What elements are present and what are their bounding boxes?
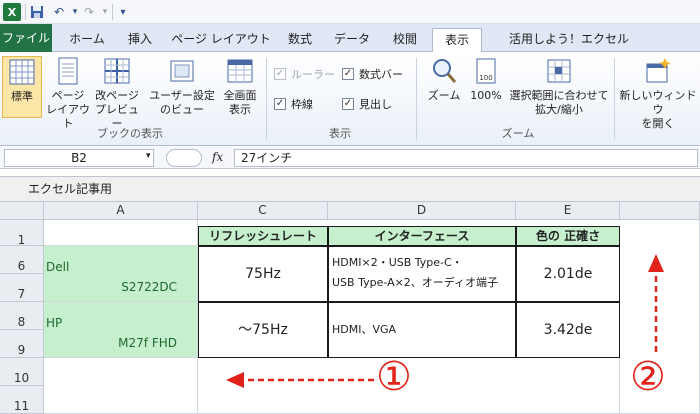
zoom-selection-label-1: 選択範囲に合わせて <box>509 89 609 102</box>
ruler-label: ルーラー <box>291 68 335 81</box>
group-label-workbook-views: ブックの表示 <box>97 127 163 140</box>
qat-divider <box>112 4 113 20</box>
formula-input[interactable]: 27インチ <box>234 149 698 167</box>
zoom-100-button[interactable]: 100 100% <box>466 56 506 103</box>
full-screen-button[interactable]: 全画面 表示 <box>218 56 262 117</box>
normal-view-icon <box>9 59 35 85</box>
tab-custom-excel[interactable]: 活用しよう！エクセル <box>494 28 644 52</box>
new-window-icon <box>646 58 671 83</box>
headings-checkbox[interactable]: ✓ 見出し <box>342 96 392 112</box>
tab-page-layout[interactable]: ページ レイアウト <box>166 28 276 52</box>
new-window-button[interactable]: 新しいウィンドウ を開く <box>618 56 698 131</box>
zoom-to-selection-button[interactable]: 選択範囲に合わせて 拡大/縮小 <box>508 56 610 117</box>
zoom-100-label: 100% <box>470 89 502 102</box>
tab-file[interactable]: ファイル <box>0 24 52 52</box>
customize-qat-icon[interactable]: ▾ <box>114 3 132 21</box>
gridlines-checkbox[interactable]: ✓ 枠線 <box>274 96 313 112</box>
group-label-show: 表示 <box>329 127 351 140</box>
custom-views-button[interactable]: ユーザー設定 のビュー <box>148 56 216 117</box>
annotation-number-one: ① <box>376 354 412 400</box>
annotation-arrows <box>226 254 664 388</box>
tab-data[interactable]: データ <box>326 28 378 52</box>
arrow-up-head <box>648 254 664 272</box>
full-screen-label-1: 全画面 <box>223 89 257 102</box>
formula-bar-check-icon: ✓ <box>342 68 354 80</box>
formula-bar-resize-handle[interactable] <box>166 149 202 167</box>
qat-divider <box>25 4 26 20</box>
custom-views-label-1: ユーザー設定 <box>149 89 215 102</box>
tab-home[interactable]: ホーム <box>60 28 114 52</box>
page-break-label-1: 改ページ <box>95 89 139 102</box>
tab-review[interactable]: 校閲 <box>384 28 426 52</box>
insert-function-icon[interactable]: fx <box>212 150 223 164</box>
quick-access-toolbar: X ↶ ▾ ↷ ▾ ▾ <box>0 0 700 24</box>
group-divider <box>614 58 615 140</box>
full-screen-icon <box>227 59 253 83</box>
page-layout-view-button[interactable]: ページ レイアウト <box>46 56 90 131</box>
normal-view-button[interactable]: 標準 <box>2 56 42 118</box>
magnifier-icon <box>433 59 457 83</box>
custom-views-icon <box>170 60 194 82</box>
page-break-preview-button[interactable]: 改ページ プレビュー <box>92 56 142 131</box>
tab-formulas[interactable]: 数式 <box>280 28 320 52</box>
group-label-zoom: ズーム <box>501 127 535 140</box>
gridlines-check-icon: ✓ <box>274 98 286 110</box>
group-divider <box>266 58 267 140</box>
new-window-label-2: を開く <box>641 117 675 130</box>
zoom-100-icon: 100 <box>476 58 496 84</box>
ribbon: 標準 ページ レイアウト 改ページ プレビュー ユーザー設定 のビュー 全画面 … <box>0 52 700 146</box>
page-break-icon <box>104 58 130 84</box>
headings-label: 見出し <box>359 98 392 111</box>
gridlines-label: 枠線 <box>291 98 313 111</box>
tab-view[interactable]: 表示 <box>432 28 482 53</box>
zoom-label: ズーム <box>427 89 461 102</box>
formula-bar-checkbox[interactable]: ✓ 数式バー <box>342 66 403 82</box>
custom-views-label-2: のビュー <box>160 103 204 116</box>
arrow-left-head <box>226 372 244 388</box>
page-layout-label-1: ページ <box>51 89 85 102</box>
name-box-dropdown-icon[interactable]: ▾ <box>146 151 151 161</box>
normal-view-label: 標準 <box>11 90 33 103</box>
group-divider <box>416 58 417 140</box>
save-icon[interactable] <box>28 3 46 21</box>
new-window-label-1: 新しいウィンドウ <box>619 89 697 116</box>
ruler-checkbox[interactable]: ✓ ルーラー <box>274 66 335 82</box>
full-screen-label-2: 表示 <box>229 103 251 116</box>
ruler-check-icon: ✓ <box>274 68 286 80</box>
zoom-selection-label-2: 拡大/縮小 <box>535 103 583 116</box>
name-box[interactable]: B2 <box>4 149 154 167</box>
headings-check-icon: ✓ <box>342 98 354 110</box>
zoom-button[interactable]: ズーム <box>424 56 464 103</box>
page-layout-icon <box>58 57 78 85</box>
worksheet-grid: A C D E 1 6 7 8 9 10 11 リフレッシュレート インターフェ… <box>0 202 700 414</box>
zoom-selection-icon <box>547 59 571 83</box>
excel-logo-icon: X <box>3 3 21 21</box>
annotation-number-two: ② <box>630 354 666 400</box>
formula-bar: B2 ▾ fx 27インチ <box>0 147 700 169</box>
tab-insert[interactable]: 挿入 <box>118 28 162 52</box>
formula-bar-label: 数式バー <box>359 68 403 81</box>
zoom-100-badge: 100 <box>479 74 492 82</box>
workbook-title: エクセル記事用 <box>0 176 700 202</box>
ribbon-tabs: ファイル ホーム 挿入 ページ レイアウト 数式 データ 校閲 表示 活用しよう… <box>0 24 700 53</box>
